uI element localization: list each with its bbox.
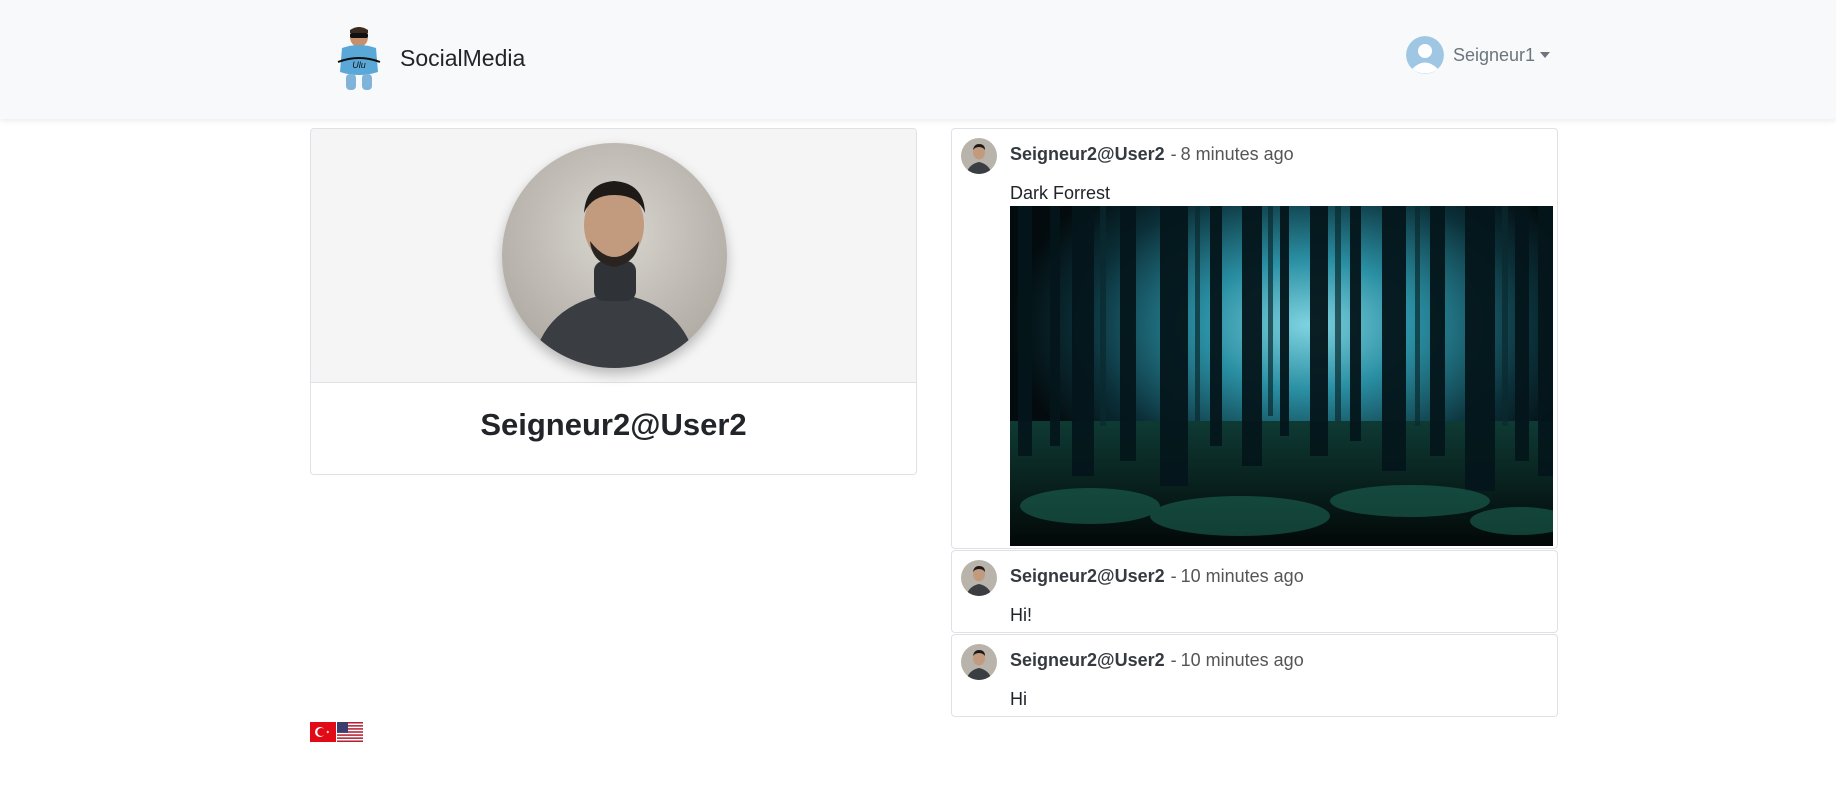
profile-header <box>311 129 916 383</box>
brand-name: SocialMedia <box>400 44 526 71</box>
post-text: Hi! <box>1010 605 1032 625</box>
navbar: Ulu SocialMedia Seigneur1 <box>0 0 1836 119</box>
profile-card: Seigneur2@User2 <box>310 128 917 475</box>
turkey-flag-icon[interactable] <box>310 722 336 742</box>
svg-text:Ulu: Ulu <box>352 60 366 70</box>
current-user-name: Seigneur1 <box>1453 44 1536 65</box>
brand-link[interactable]: Ulu SocialMedia <box>332 24 525 92</box>
post-timestamp: 10 minutes ago <box>1180 566 1304 586</box>
post-author-link[interactable]: Seigneur2@User2 <box>1010 650 1165 670</box>
post-meta: Seigneur2@User2-10 minutes ago <box>1010 650 1304 671</box>
post-card: Seigneur2@User2-8 minutes ago Dark Forre… <box>951 128 1558 549</box>
post-image[interactable] <box>1010 206 1553 546</box>
usa-flag-icon[interactable] <box>337 722 363 742</box>
language-switcher <box>310 722 364 742</box>
post-author-link[interactable]: Seigneur2@User2 <box>1010 566 1165 586</box>
chevron-down-icon <box>1540 52 1551 58</box>
brand-logo-icon: Ulu <box>337 27 381 90</box>
profile-username: Seigneur2@User2 <box>480 407 747 442</box>
post-author-link[interactable]: Seigneur2@User2 <box>1010 144 1165 164</box>
post-separator: - <box>1170 566 1177 586</box>
post-card: Seigneur2@User2-10 minutes ago Hi <box>951 634 1558 717</box>
post-text: Dark Forrest <box>1010 183 1111 203</box>
post-author-avatar[interactable] <box>961 560 997 596</box>
post-timestamp: 10 minutes ago <box>1180 650 1304 670</box>
post-card: Seigneur2@User2-10 minutes ago Hi! <box>951 550 1558 633</box>
post-meta: Seigneur2@User2-10 minutes ago <box>1010 566 1304 587</box>
post-meta: Seigneur2@User2-8 minutes ago <box>1010 144 1294 165</box>
post-author-avatar[interactable] <box>961 138 997 174</box>
post-separator: - <box>1170 650 1177 670</box>
user-menu-dropdown[interactable]: Seigneur1 <box>1406 36 1551 74</box>
post-separator: - <box>1170 144 1177 164</box>
post-author-avatar[interactable] <box>961 644 997 680</box>
profile-photo <box>502 143 727 368</box>
user-avatar-icon <box>1406 36 1444 74</box>
post-timestamp: 8 minutes ago <box>1180 144 1294 164</box>
post-text: Hi <box>1010 689 1027 709</box>
